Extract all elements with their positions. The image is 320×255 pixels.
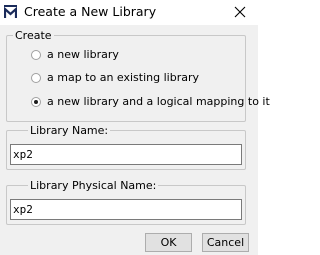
library-name-label: Library Name: bbox=[28, 124, 111, 137]
close-button[interactable] bbox=[226, 1, 254, 23]
close-icon bbox=[234, 6, 246, 18]
library-name-group: Library Name: xp2 bbox=[6, 124, 246, 170]
cancel-button[interactable]: Cancel bbox=[202, 233, 249, 252]
radio-selected-dot bbox=[34, 100, 38, 104]
library-physical-name-group: Library Physical Name: xp2 bbox=[6, 179, 246, 225]
dialog-body: Create a new library a map to an existin… bbox=[0, 25, 270, 255]
library-physical-name-label: Library Physical Name: bbox=[28, 179, 159, 192]
library-name-field[interactable]: xp2 bbox=[10, 144, 242, 165]
option-new-library-logical-mapping-label: a new library and a logical mapping to i… bbox=[47, 95, 270, 108]
matlab-m-icon bbox=[4, 5, 17, 18]
window-title: Create a New Library bbox=[24, 4, 157, 19]
option-new-library-label: a new library bbox=[47, 48, 119, 61]
radio-new-library[interactable] bbox=[31, 50, 41, 60]
ok-button[interactable]: OK bbox=[145, 233, 192, 252]
library-physical-name-field[interactable]: xp2 bbox=[10, 199, 242, 220]
create-group-legend: Create bbox=[13, 29, 54, 42]
title-bar: Create a New Library bbox=[0, 0, 258, 25]
radio-map-existing-library[interactable] bbox=[31, 73, 41, 83]
radio-new-library-logical-mapping[interactable] bbox=[31, 97, 41, 107]
option-map-existing-library-label: a map to an existing library bbox=[47, 71, 200, 84]
create-group: Create a new library a map to an existin… bbox=[6, 29, 270, 122]
